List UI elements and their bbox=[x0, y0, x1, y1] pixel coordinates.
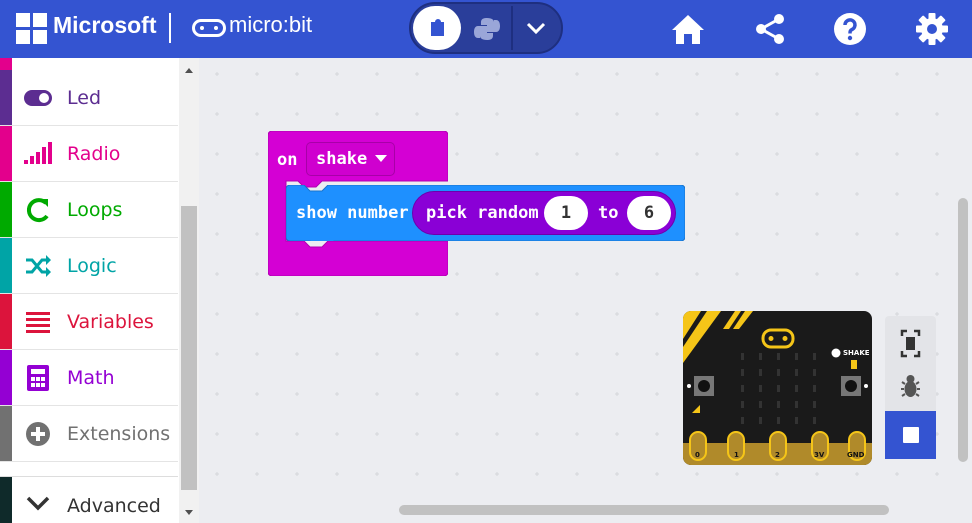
category-advanced[interactable]: Advanced bbox=[0, 476, 178, 523]
category-color-stripe bbox=[0, 294, 12, 349]
category-color-stripe bbox=[0, 350, 12, 405]
category-label: Extensions bbox=[67, 423, 171, 445]
chevron-down-icon bbox=[526, 22, 546, 35]
event-on-label: on bbox=[277, 150, 298, 170]
category-color-stripe bbox=[0, 182, 12, 237]
toolbox-scrollbar-thumb[interactable] bbox=[181, 206, 197, 490]
python-icon bbox=[474, 18, 500, 40]
editor-switch bbox=[409, 2, 563, 54]
pin-label: 0 bbox=[695, 451, 700, 459]
help-icon bbox=[834, 13, 866, 45]
category-math[interactable]: Math bbox=[0, 350, 178, 406]
workspace-vertical-scrollbar[interactable] bbox=[958, 198, 968, 462]
shuffle-icon bbox=[26, 255, 51, 277]
brand-divider bbox=[169, 13, 171, 43]
home-button[interactable] bbox=[668, 9, 708, 49]
scroll-up-arrow-icon[interactable] bbox=[179, 60, 199, 80]
category-color-stripe bbox=[0, 126, 12, 181]
list-lines-icon bbox=[26, 312, 50, 333]
microbit-simulator[interactable]: SHAKE 0 1 2 3V GND bbox=[683, 311, 872, 465]
toolbox-scrollbar[interactable] bbox=[179, 58, 199, 523]
category-label: Loops bbox=[67, 199, 123, 221]
pin-label: 1 bbox=[734, 451, 739, 459]
toolbox-spacer bbox=[0, 462, 178, 476]
category-label: Variables bbox=[67, 311, 154, 333]
scroll-down-arrow-icon[interactable] bbox=[179, 502, 199, 522]
category-color-stripe bbox=[0, 406, 12, 461]
category-led[interactable]: Led bbox=[0, 70, 178, 126]
category-logic[interactable]: Logic bbox=[0, 238, 178, 294]
random-min-input[interactable]: 1 bbox=[544, 196, 588, 230]
editor-more-button[interactable] bbox=[511, 6, 559, 50]
pin-label: 3V bbox=[814, 451, 825, 459]
category-color-stripe bbox=[0, 238, 12, 293]
python-editor-button[interactable] bbox=[466, 6, 508, 50]
category-color-stripe bbox=[0, 70, 12, 125]
microbit-brand[interactable]: micro:bit bbox=[229, 12, 312, 38]
chevron-down-icon bbox=[26, 496, 50, 511]
category-radio[interactable]: Radio bbox=[0, 126, 178, 182]
category-loops[interactable]: Loops bbox=[0, 182, 178, 238]
help-button[interactable] bbox=[830, 9, 870, 49]
pin-label: 2 bbox=[775, 451, 780, 459]
share-button[interactable] bbox=[750, 9, 790, 49]
calculator-icon bbox=[27, 365, 49, 391]
category-label: Math bbox=[67, 367, 115, 389]
debug-button[interactable] bbox=[885, 368, 936, 408]
settings-button[interactable] bbox=[912, 9, 952, 49]
category-extensions[interactable]: Extensions bbox=[0, 406, 178, 462]
category-label: Led bbox=[67, 87, 102, 109]
random-max-input[interactable]: 6 bbox=[627, 196, 671, 230]
microbit-logo-icon bbox=[192, 19, 226, 37]
shake-label[interactable]: SHAKE bbox=[843, 349, 870, 357]
to-label: to bbox=[598, 203, 619, 223]
toggle-icon bbox=[24, 90, 52, 106]
category-label: Radio bbox=[67, 143, 121, 165]
plus-circle-icon bbox=[26, 422, 50, 446]
category-label: Logic bbox=[67, 255, 117, 277]
show-number-label: show number bbox=[296, 203, 409, 223]
gear-icon bbox=[916, 13, 948, 45]
loop-arrow-icon bbox=[26, 198, 49, 223]
category-variables[interactable]: Variables bbox=[0, 294, 178, 350]
pin-label: GND bbox=[847, 451, 865, 459]
microbit-board bbox=[683, 311, 872, 465]
dropdown-triangle-icon bbox=[375, 155, 387, 162]
blocks-icon bbox=[431, 19, 444, 36]
microsoft-logo-icon bbox=[16, 13, 47, 44]
signal-bars-icon bbox=[24, 142, 52, 164]
toolbox: Led Radio Loops Logic Variables Math Ext… bbox=[0, 58, 199, 523]
pick-random-label: pick random bbox=[426, 203, 539, 223]
microsoft-brand[interactable]: Microsoft bbox=[53, 12, 157, 39]
previous-category-stripe bbox=[0, 58, 12, 70]
gesture-dropdown[interactable]: shake bbox=[306, 142, 395, 176]
fullscreen-icon bbox=[900, 329, 921, 358]
stop-simulator-button[interactable] bbox=[885, 411, 936, 459]
share-icon bbox=[756, 14, 784, 44]
category-label: Advanced bbox=[67, 495, 161, 517]
fullscreen-button[interactable] bbox=[885, 324, 936, 364]
category-color-stripe bbox=[0, 477, 12, 523]
blocks-editor-button[interactable] bbox=[413, 6, 461, 50]
home-icon bbox=[672, 15, 704, 44]
workspace-horizontal-scrollbar[interactable] bbox=[399, 505, 889, 515]
stop-icon bbox=[903, 427, 919, 443]
debug-bug-icon bbox=[901, 375, 920, 397]
top-bar: Microsoft micro:bit bbox=[0, 0, 972, 58]
gesture-value: shake bbox=[316, 149, 368, 169]
